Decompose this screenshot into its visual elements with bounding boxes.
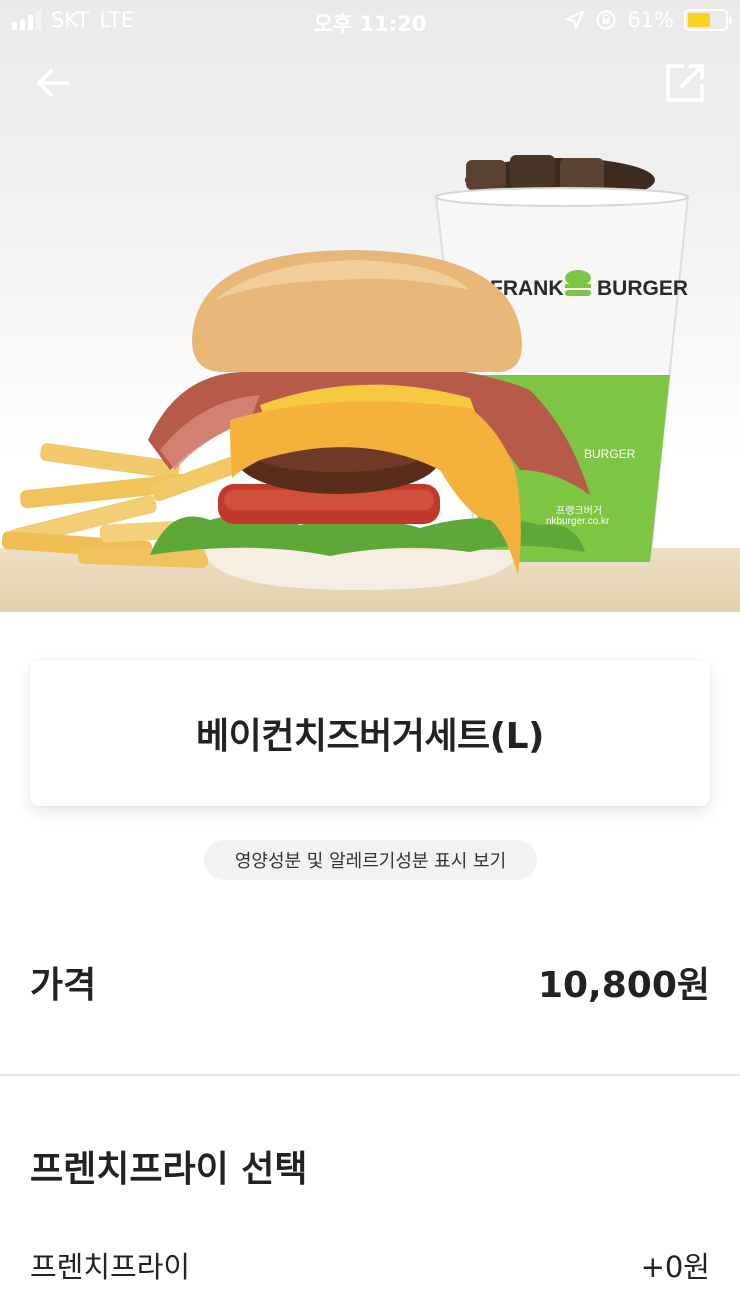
nutrition-allergy-link[interactable]: 영양성분 및 알레르기성분 표시 보기 xyxy=(204,840,537,880)
price-value: 10,800원 xyxy=(537,965,710,1006)
status-right: 61% xyxy=(565,8,732,32)
status-bar: SKT LTE 오후 11:20 61% xyxy=(0,0,740,42)
fries-option-row[interactable]: 프렌치프라이 +0원 xyxy=(30,1240,710,1290)
battery-percent: 61% xyxy=(627,8,674,32)
french-fries xyxy=(1,443,239,569)
fries-option-price: +0원 xyxy=(640,1250,710,1284)
back-button[interactable] xyxy=(28,60,78,110)
fries-section-title: 프렌치프라이 선택 xyxy=(30,1149,308,1190)
product-title-card: 베이컨치즈버거세트(L) xyxy=(30,660,710,806)
cup-small-brand: BURGER xyxy=(584,447,636,461)
cup-burger-logo xyxy=(565,270,591,296)
battery-fill xyxy=(688,13,710,27)
price-row: 가격 10,800원 xyxy=(30,952,710,1012)
location-arrow-icon xyxy=(566,11,585,29)
fries-option-label: 프렌치프라이 xyxy=(30,1250,191,1284)
product-hero-image: FRANK BURGER BURGER 프랭크버거 nkburger.co.kr xyxy=(0,0,740,612)
section-divider xyxy=(0,1074,740,1076)
battery-icon xyxy=(684,9,732,31)
share-button[interactable] xyxy=(664,60,710,106)
share-external-icon xyxy=(666,64,704,102)
cup-brand-right: BURGER xyxy=(597,277,688,300)
rotation-lock-icon xyxy=(596,10,616,30)
price-label: 가격 xyxy=(30,965,97,1006)
product-name: 베이컨치즈버거세트(L) xyxy=(196,716,544,757)
arrow-left-icon xyxy=(37,69,70,97)
burger-set-illustration: FRANK BURGER BURGER 프랭크버거 nkburger.co.kr xyxy=(1,155,690,590)
